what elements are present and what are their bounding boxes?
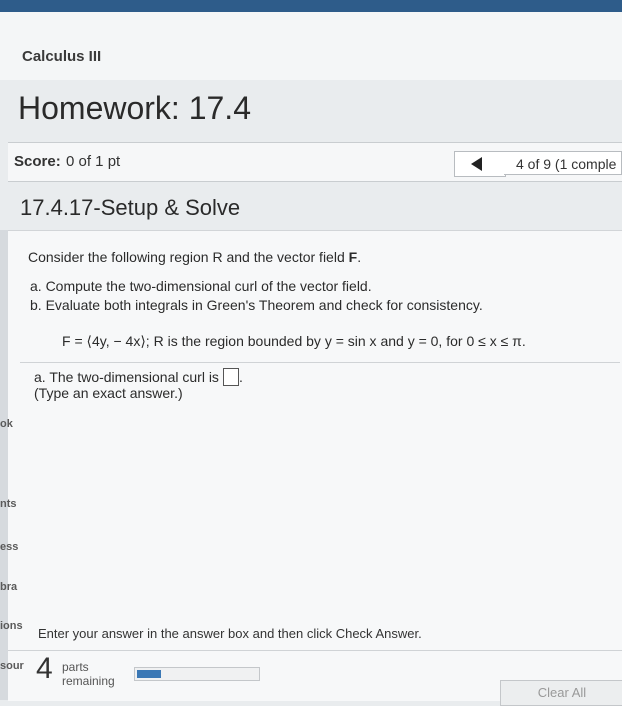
answer-prompt: a. The two-dimensional curl is xyxy=(34,369,219,385)
parts-remaining-count: 4 xyxy=(36,652,53,685)
score-label: Score: xyxy=(14,153,61,170)
sidebar-label-ess[interactable]: ess xyxy=(0,541,18,553)
footer-divider xyxy=(8,650,622,651)
previous-question-button[interactable] xyxy=(454,151,506,177)
parts-label: parts xyxy=(62,660,89,674)
top-header-strip xyxy=(0,0,622,12)
homework-title: Homework: 17.4 xyxy=(18,90,251,126)
curl-answer-input[interactable] xyxy=(222,368,239,386)
part-b-instruction: b. Evaluate both integrals in Green's Th… xyxy=(30,297,483,313)
course-bar: Calculus III xyxy=(0,12,622,80)
sidebar-label-ok[interactable]: ok xyxy=(0,418,13,430)
instructions-text: Enter your answer in the answer box and … xyxy=(38,626,422,641)
answer-hint: (Type an exact answer.) xyxy=(34,385,183,401)
sidebar-label-sour[interactable]: sour xyxy=(0,660,24,672)
sidebar-label-ions[interactable]: ions xyxy=(0,620,23,632)
question-divider xyxy=(20,362,620,363)
score-value: 0 of 1 pt xyxy=(66,153,121,170)
problem-intro: Consider the following region R and the … xyxy=(28,249,361,265)
progress-bar xyxy=(134,667,260,681)
progress-bar-fill xyxy=(137,670,161,678)
sidebar-label-nts[interactable]: nts xyxy=(0,498,17,510)
answer-line: a. The two-dimensional curl is. xyxy=(34,368,243,386)
problem-formula: F = ⟨4y, − 4x⟩; R is the region bounded … xyxy=(62,333,526,349)
score-bar: Score: 0 of 1 pt 4 of 9 (1 comple xyxy=(8,142,622,182)
question-title: 17.4.17-Setup & Solve xyxy=(20,195,241,220)
sidebar-label-bra[interactable]: bra xyxy=(0,581,17,593)
problem-intro-end: . xyxy=(357,249,362,265)
course-title: Calculus III xyxy=(22,48,102,65)
clear-all-button[interactable]: Clear All xyxy=(500,680,622,706)
part-a-instruction: a. Compute the two-dimensional curl of t… xyxy=(30,278,372,294)
parts-remaining-label: remaining xyxy=(62,674,115,688)
answer-suffix: . xyxy=(238,369,243,385)
question-position-selector[interactable]: 4 of 9 (1 comple xyxy=(504,151,622,175)
problem-intro-text: Consider the following region R and the … xyxy=(28,249,349,265)
triangle-left-icon xyxy=(471,157,482,171)
vector-field-symbol: F xyxy=(348,249,358,265)
